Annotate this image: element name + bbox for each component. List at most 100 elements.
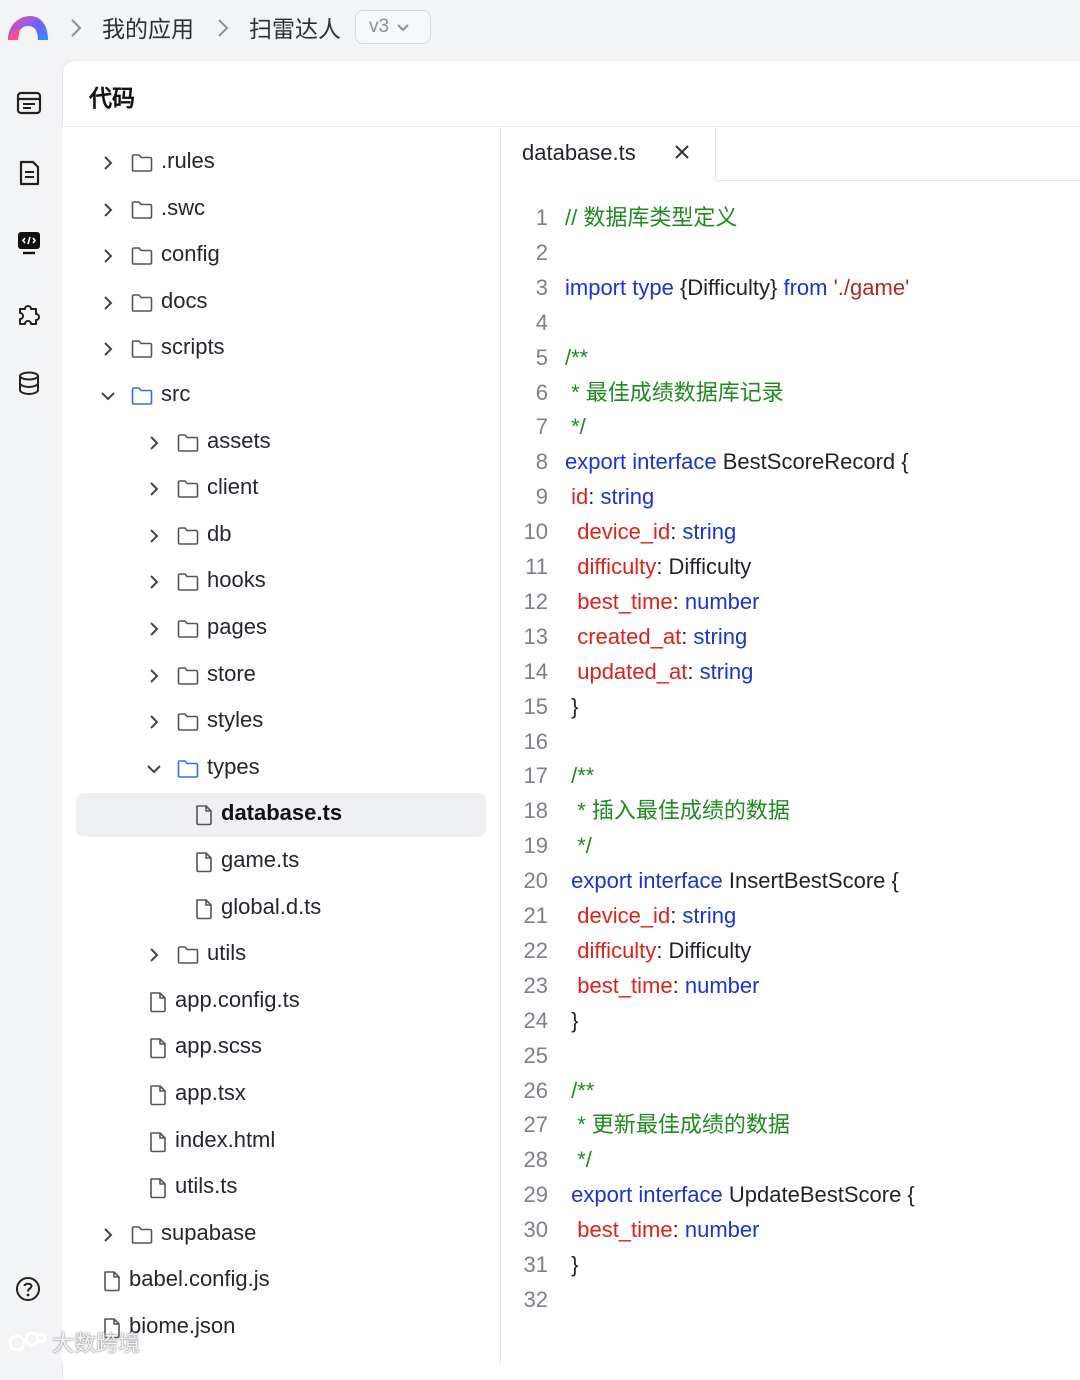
tree-folder-assets[interactable]: assets: [62, 420, 500, 466]
help-icon[interactable]: [14, 1275, 42, 1303]
folder-icon: [177, 573, 199, 592]
chevron-right-icon[interactable]: [98, 199, 118, 221]
version-select[interactable]: v3: [355, 10, 431, 44]
line-content: device_id: string: [565, 514, 736, 549]
folder-open-icon: [177, 759, 199, 778]
line-number: 4: [535, 309, 548, 335]
tree-item-label: client: [207, 474, 259, 500]
file-icon: [196, 805, 212, 826]
tree-folder-db[interactable]: db: [62, 513, 500, 559]
code-token: BestScoreRecord {: [722, 449, 909, 475]
code-token: :: [672, 588, 685, 614]
tree-folder-scripts[interactable]: scripts: [62, 326, 500, 372]
tree-file-app-scss[interactable]: app.scss: [62, 1025, 500, 1071]
chevron-right-icon[interactable]: [144, 944, 164, 966]
line-content: * 最佳成绩数据库记录: [565, 375, 784, 410]
breadcrumb-my-apps[interactable]: 我的应用: [102, 10, 194, 44]
line-content: device_id: string: [565, 898, 736, 933]
chevron-down-icon[interactable]: [98, 385, 118, 407]
tree-folder--swc[interactable]: .swc: [62, 187, 500, 233]
tree-folder-docs[interactable]: docs: [62, 280, 500, 326]
line-content: */: [565, 828, 592, 863]
line-number: 17: [523, 763, 548, 789]
folder-icon: [177, 526, 199, 545]
watermark-text: 大数跨境: [52, 1332, 141, 1357]
tree-folder-src[interactable]: src: [62, 373, 500, 419]
line-number: 6: [535, 379, 548, 405]
tree-folder-store[interactable]: store: [62, 653, 500, 699]
tree-item-label: pages: [207, 614, 267, 639]
code-token: :: [670, 519, 683, 545]
code-line: 12 best_time: number: [501, 584, 1080, 619]
line-content: // 数据库类型定义: [565, 200, 737, 235]
tree-folder--rules[interactable]: .rules: [62, 140, 500, 186]
line-content: }: [565, 1247, 578, 1282]
code-token: './game': [833, 274, 910, 300]
tree-file-babel-config-js[interactable]: babel.config.js: [62, 1258, 500, 1304]
tree-item-label: .swc: [161, 194, 205, 220]
chevron-right-icon[interactable]: [144, 618, 164, 640]
tree-folder-supabase[interactable]: supabase: [62, 1212, 500, 1258]
close-icon[interactable]: [671, 141, 693, 165]
chevron-right-icon[interactable]: [98, 292, 118, 314]
code-token: id: [565, 484, 589, 510]
tree-folder-pages[interactable]: pages: [62, 606, 500, 652]
tree-folder-utils[interactable]: utils: [62, 932, 500, 978]
tree-file-global-d-ts[interactable]: global.d.ts: [62, 886, 500, 932]
tree-folder-hooks[interactable]: hooks: [62, 559, 500, 605]
version-label: v3: [369, 16, 390, 37]
watermark-logo-icon: [8, 1331, 47, 1352]
panel-header: 代码: [63, 61, 1080, 127]
tree-file-utils-ts[interactable]: utils.ts: [62, 1165, 500, 1211]
file-icon: [150, 1085, 166, 1106]
code-line: 4: [501, 305, 1080, 340]
tree-file-app-config-ts[interactable]: app.config.ts: [62, 979, 500, 1025]
line-number: 25: [523, 1042, 548, 1068]
tree-file-index-html[interactable]: index.html: [62, 1119, 500, 1165]
line-number: 21: [523, 903, 548, 928]
chevron-right-icon[interactable]: [144, 571, 164, 593]
code-token: import type: [565, 274, 680, 300]
code-monitor-icon[interactable]: [12, 226, 46, 260]
line-number: 2: [535, 239, 548, 265]
tree-folder-styles[interactable]: styles: [62, 699, 500, 745]
chevron-right-icon[interactable]: [144, 478, 164, 500]
chevron-down-icon[interactable]: [144, 758, 164, 780]
tree-file-database-ts[interactable]: database.ts: [62, 792, 500, 838]
database-icon[interactable]: [12, 366, 46, 400]
tree-item-label: app.scss: [175, 1033, 262, 1059]
chevron-right-icon[interactable]: [144, 432, 164, 454]
chevron-right-icon[interactable]: [98, 1224, 118, 1246]
document-icon[interactable]: [12, 156, 46, 190]
tree-folder-types[interactable]: types: [62, 746, 500, 792]
line-content: best_time: number: [565, 584, 759, 619]
tree-file-app-tsx[interactable]: app.tsx: [62, 1072, 500, 1118]
app-logo-icon[interactable]: [6, 10, 50, 44]
chevron-right-icon[interactable]: [98, 338, 118, 360]
tree-file-game-ts[interactable]: game.ts: [62, 839, 500, 885]
puzzle-icon[interactable]: [12, 296, 46, 330]
tree-folder-client[interactable]: client: [62, 466, 500, 512]
chevron-right-icon[interactable]: [98, 245, 118, 267]
line-content: difficulty: Difficulty: [565, 549, 751, 584]
line-number: 13: [523, 623, 548, 649]
tree-item-label: utils.ts: [175, 1173, 238, 1199]
code-token: :: [672, 1217, 685, 1243]
chevron-right-icon[interactable]: [144, 665, 164, 687]
tab-database-ts[interactable]: database.ts: [501, 127, 716, 181]
folder-icon: [177, 946, 199, 964]
breadcrumb-app-name[interactable]: 扫雷达人: [249, 10, 341, 44]
code-token: }: [565, 1252, 579, 1277]
folder-icon: [177, 666, 199, 685]
line-number: 27: [523, 1112, 548, 1138]
code-token: }: [565, 693, 579, 719]
chevron-right-icon[interactable]: [98, 152, 118, 174]
page-title: 代码: [89, 86, 135, 112]
chevron-right-icon[interactable]: [144, 525, 164, 547]
code-line: 16: [501, 724, 1080, 759]
list-icon[interactable]: [12, 86, 46, 120]
code-token: {Difficulty}: [679, 274, 784, 300]
tree-item-label: supabase: [161, 1219, 257, 1245]
chevron-right-icon[interactable]: [144, 711, 164, 733]
tree-folder-config[interactable]: config: [62, 233, 500, 279]
